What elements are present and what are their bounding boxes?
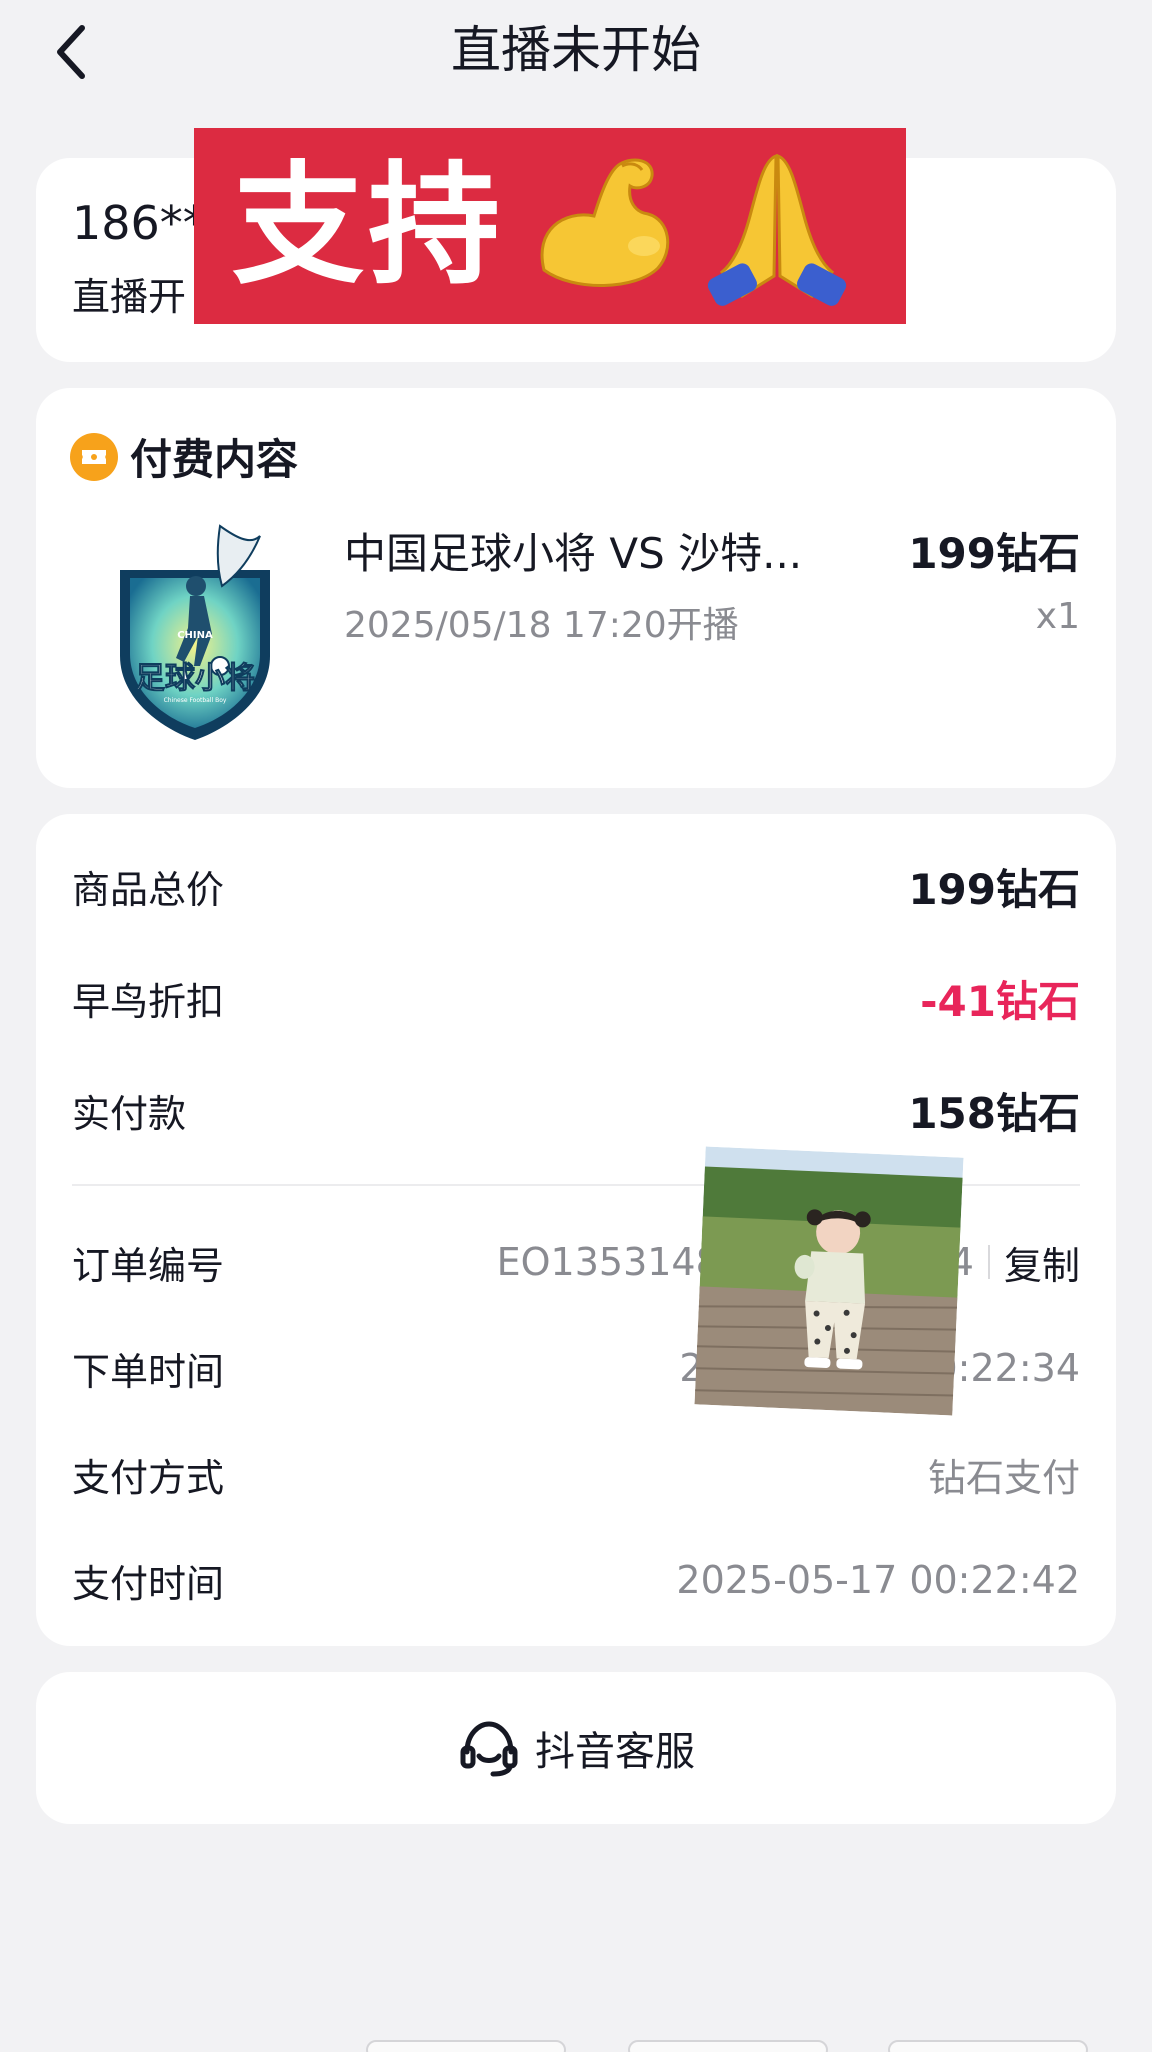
- row-payment-method: 支付方式 钻石支付: [72, 1444, 1080, 1504]
- order-time-label: 下单时间: [72, 1349, 225, 1394]
- discount-label: 早鸟折扣: [72, 979, 225, 1024]
- baby-photo-sticker: [694, 1146, 964, 1416]
- logo-main-text: 足球小将: [135, 661, 255, 696]
- folded-hands-icon: [707, 153, 847, 306]
- product-price: 199钻石: [908, 529, 1080, 578]
- product-start-time: 2025/05/18 17:20开播: [344, 605, 739, 646]
- support-sticker: 支持: [194, 128, 906, 324]
- headset-icon: [460, 1721, 518, 1777]
- total-price-label: 商品总价: [72, 867, 225, 912]
- bottom-button[interactable]: [628, 2040, 828, 2052]
- logo-china-text: CHINA: [177, 630, 213, 641]
- bottom-button[interactable]: [888, 2040, 1088, 2052]
- support-sticker-text: 支持: [232, 149, 504, 303]
- order-number-label: 订单编号: [72, 1243, 225, 1288]
- copy-button[interactable]: 复制: [1004, 1235, 1080, 1290]
- customer-service-label: 抖音客服: [535, 1729, 695, 1775]
- paid-content-title: 付费内容: [130, 435, 299, 484]
- logo-sub-text: Chinese Football Boy: [164, 697, 227, 704]
- total-price-value: 199钻石: [908, 864, 1080, 914]
- product-quantity: x1: [1035, 596, 1080, 637]
- top-bar: 直播未开始: [0, 0, 1152, 110]
- live-status-text: 直播开: [72, 275, 187, 319]
- order-number-value: EO1353148: [496, 1240, 720, 1284]
- bottom-button[interactable]: [366, 2040, 566, 2052]
- row-payment-time: 支付时间 2025-05-17 00:22:42: [72, 1550, 1080, 1610]
- user-phone: 186**: [72, 196, 206, 250]
- actual-payment-label: 实付款: [72, 1091, 187, 1136]
- actual-payment-value: 158钻石: [908, 1088, 1080, 1138]
- ticket-icon: [70, 432, 118, 481]
- discount-value: -41钻石: [920, 976, 1080, 1026]
- order-time-value: 0:22:34: [933, 1346, 1081, 1390]
- payment-method-label: 支付方式: [72, 1455, 225, 1500]
- payment-method-value: 钻石支付: [927, 1455, 1080, 1500]
- row-actual-payment: 实付款 158钻石: [72, 1080, 1080, 1140]
- row-total-price: 商品总价 199钻石: [72, 856, 1080, 916]
- paid-content-card: 付费内容 CHINA 足球小将 Chinese Football Boy 中国足…: [36, 388, 1116, 788]
- football-boy-logo: CHINA 足球小将 Chinese Football Boy: [120, 524, 270, 740]
- row-early-bird-discount: 早鸟折扣 -41钻石: [72, 968, 1080, 1028]
- page-title: 直播未开始: [451, 21, 701, 79]
- flexed-biceps-icon: [540, 158, 670, 287]
- customer-service-button[interactable]: 抖音客服: [36, 1672, 1116, 1824]
- product-name[interactable]: 中国足球小将 VS 沙特...: [344, 520, 802, 581]
- payment-time-value: 2025-05-17 00:22:42: [676, 1558, 1080, 1602]
- separator: [987, 1245, 990, 1279]
- payment-time-label: 支付时间: [72, 1561, 225, 1606]
- paid-content-header: 付费内容: [70, 426, 298, 487]
